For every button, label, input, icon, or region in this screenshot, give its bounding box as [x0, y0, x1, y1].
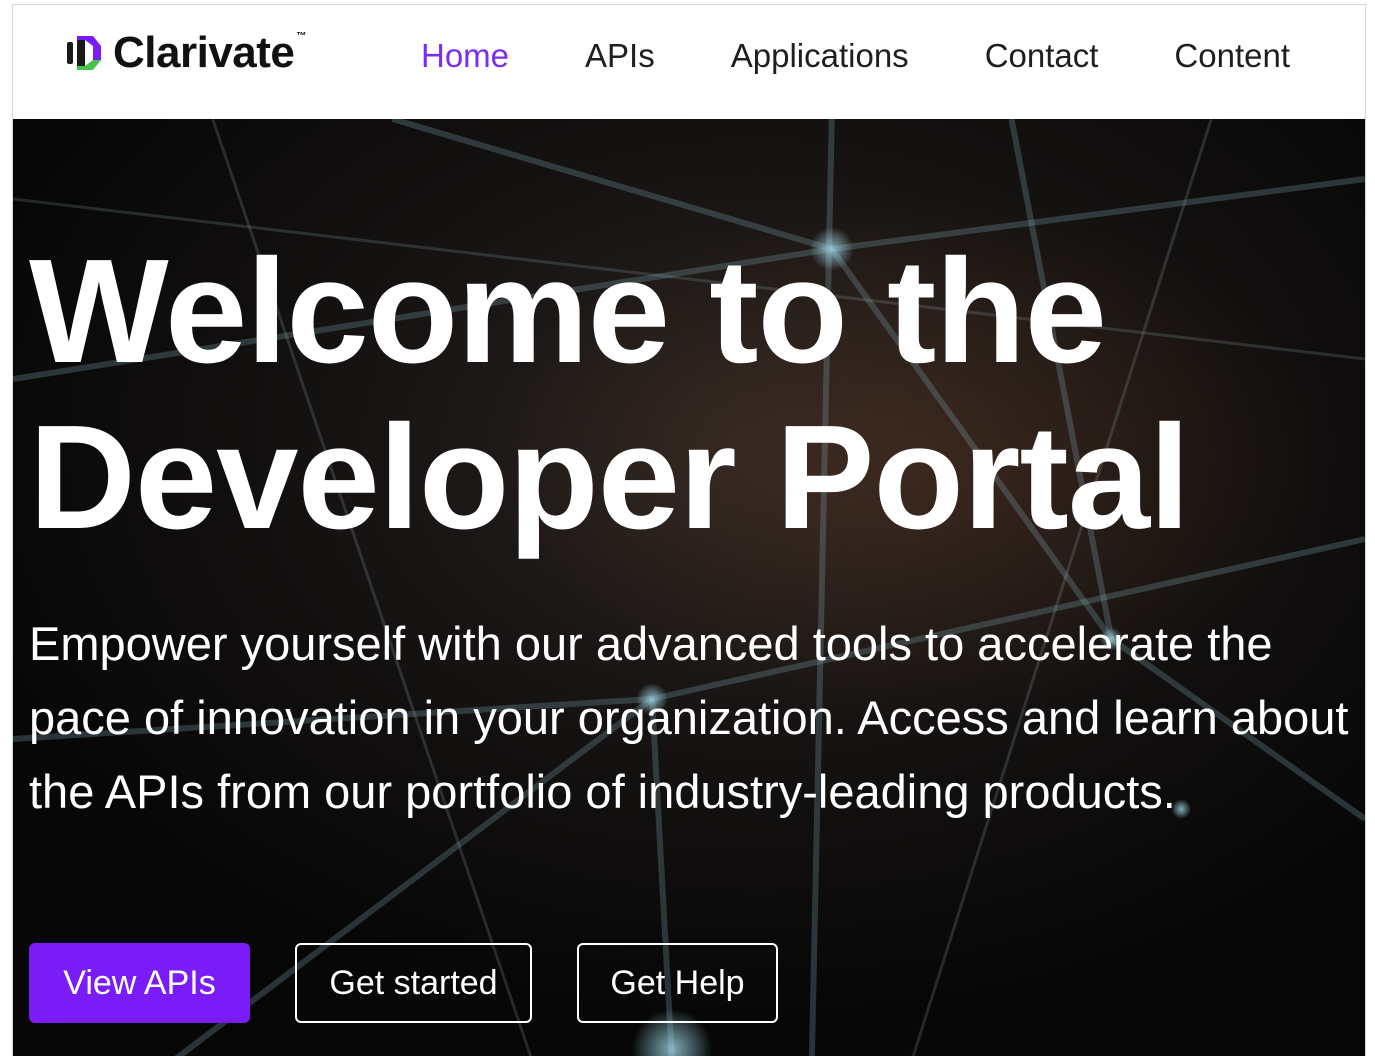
trademark-symbol: ™ [296, 31, 307, 42]
view-apis-button[interactable]: View APIs [29, 943, 250, 1023]
brand-name: Clarivate [113, 28, 295, 77]
get-started-button[interactable]: Get started [295, 943, 532, 1023]
hero-section: Welcome to the Developer Portal Empower … [13, 119, 1365, 1056]
hero-title: Welcome to the Developer Portal [29, 229, 1190, 560]
clarivate-logo-icon [67, 36, 101, 70]
get-help-button[interactable]: Get Help [577, 943, 778, 1023]
page-frame: Clarivate ™ Home APIs Applications Conta… [12, 4, 1366, 1056]
site-header: Clarivate ™ Home APIs Applications Conta… [13, 5, 1365, 119]
hero-subtitle: Empower yourself with our advanced tools… [29, 617, 1349, 818]
nav-apis[interactable]: APIs [585, 39, 655, 72]
nav-contact[interactable]: Contact [985, 39, 1099, 72]
clarivate-logo[interactable]: Clarivate ™ [63, 27, 306, 79]
nav-applications[interactable]: Applications [731, 39, 909, 72]
main-nav: Home APIs Applications Contact Content [421, 35, 1290, 75]
nav-content[interactable]: Content [1174, 39, 1290, 72]
nav-home[interactable]: Home [421, 39, 509, 72]
hero-actions: View APIs Get started Get Help [29, 943, 778, 1023]
